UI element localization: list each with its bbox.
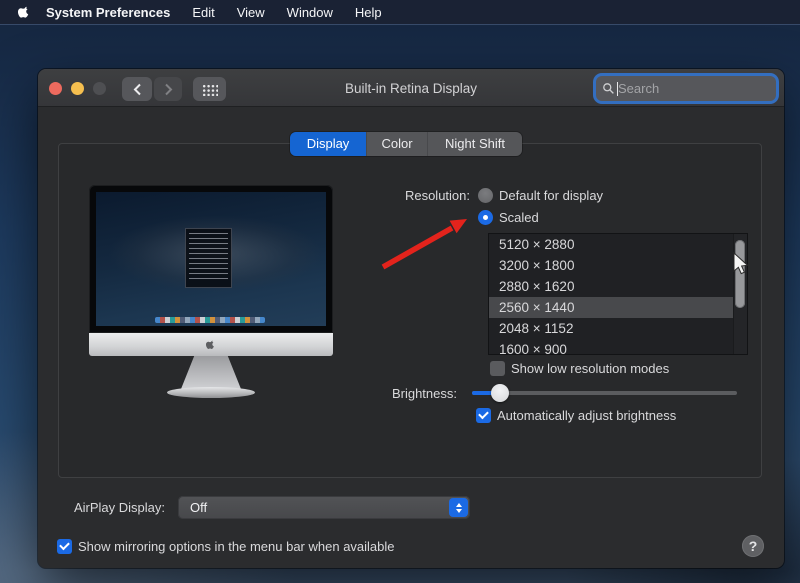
desktop: System Preferences Edit View Window Help…	[0, 0, 800, 583]
low-resolution-checkbox[interactable]	[490, 361, 505, 376]
menu-item-system-preferences[interactable]: System Preferences	[46, 5, 170, 20]
search-input[interactable]	[618, 81, 770, 96]
radio-scaled[interactable]	[478, 210, 493, 225]
menu-item-help[interactable]: Help	[355, 5, 382, 20]
close-button[interactable]	[49, 82, 62, 95]
imac-screen-dock	[155, 317, 265, 323]
low-resolution-label[interactable]: Show low resolution modes	[511, 361, 669, 376]
resolution-option[interactable]: 5120 × 2880	[489, 234, 747, 255]
resolution-option[interactable]: 1600 × 900	[489, 339, 747, 355]
menu-bar: System Preferences Edit View Window Help	[0, 0, 800, 25]
tab-night-shift[interactable]: Night Shift	[428, 132, 522, 156]
zoom-button[interactable]	[93, 82, 106, 95]
tab-bar: Display Color Night Shift	[290, 132, 522, 156]
imac-screen-wallpaper	[96, 192, 326, 326]
resolution-list-scrollbar[interactable]	[733, 234, 747, 354]
chevron-left-icon	[133, 83, 142, 96]
mirroring-checkbox[interactable]	[57, 539, 72, 554]
minimize-button[interactable]	[71, 82, 84, 95]
imac-chin	[89, 333, 333, 356]
tab-display[interactable]: Display	[290, 132, 366, 156]
tab-color[interactable]: Color	[366, 132, 428, 156]
brightness-slider-knob[interactable]	[491, 384, 509, 402]
brightness-slider[interactable]	[472, 391, 737, 395]
apple-logo-icon	[206, 339, 216, 351]
dropdown-arrows-icon	[449, 498, 468, 517]
scrollbar-thumb[interactable]	[735, 240, 745, 308]
title-bar: Built-in Retina Display	[38, 69, 784, 107]
resolution-option[interactable]: 2880 × 1620	[489, 276, 747, 297]
airplay-selected-value: Off	[190, 500, 207, 515]
resolution-option[interactable]: 3200 × 1800	[489, 255, 747, 276]
imac-preview	[89, 185, 333, 333]
resolution-list[interactable]: 5120 × 2880 3200 × 1800 2880 × 1620 2560…	[488, 233, 748, 355]
menu-item-window[interactable]: Window	[287, 5, 333, 20]
help-label: ?	[749, 538, 758, 554]
forward-button[interactable]	[154, 77, 182, 101]
airplay-display-dropdown[interactable]: Off	[178, 496, 470, 519]
search-icon	[602, 82, 615, 95]
airplay-display-label: AirPlay Display:	[38, 500, 165, 515]
system-preferences-window: Built-in Retina Display Display Color Ni…	[38, 69, 784, 568]
radio-default-for-display[interactable]	[478, 188, 493, 203]
back-button[interactable]	[122, 77, 152, 101]
menu-item-view[interactable]: View	[237, 5, 265, 20]
menu-item-edit[interactable]: Edit	[192, 5, 214, 20]
mirroring-label[interactable]: Show mirroring options in the menu bar w…	[78, 539, 395, 554]
resolution-option-selected[interactable]: 2560 × 1440	[489, 297, 747, 318]
resolution-label: Resolution:	[330, 188, 470, 203]
apple-menu-icon[interactable]	[18, 5, 31, 20]
show-all-button[interactable]	[193, 77, 226, 101]
resolution-option[interactable]: 2048 × 1152	[489, 318, 747, 339]
auto-brightness-label[interactable]: Automatically adjust brightness	[497, 408, 676, 423]
help-button[interactable]: ?	[742, 535, 764, 557]
auto-brightness-checkbox[interactable]	[476, 408, 491, 423]
radio-default-label[interactable]: Default for display	[499, 188, 603, 203]
chevron-right-icon	[164, 83, 173, 96]
window-title: Built-in Retina Display	[238, 69, 584, 107]
brightness-label: Brightness:	[317, 386, 457, 401]
grid-icon	[201, 83, 218, 96]
imac-screen-window	[185, 228, 232, 288]
imac-stand-base	[167, 387, 255, 398]
search-field[interactable]	[596, 76, 776, 101]
radio-scaled-label[interactable]: Scaled	[499, 210, 539, 225]
